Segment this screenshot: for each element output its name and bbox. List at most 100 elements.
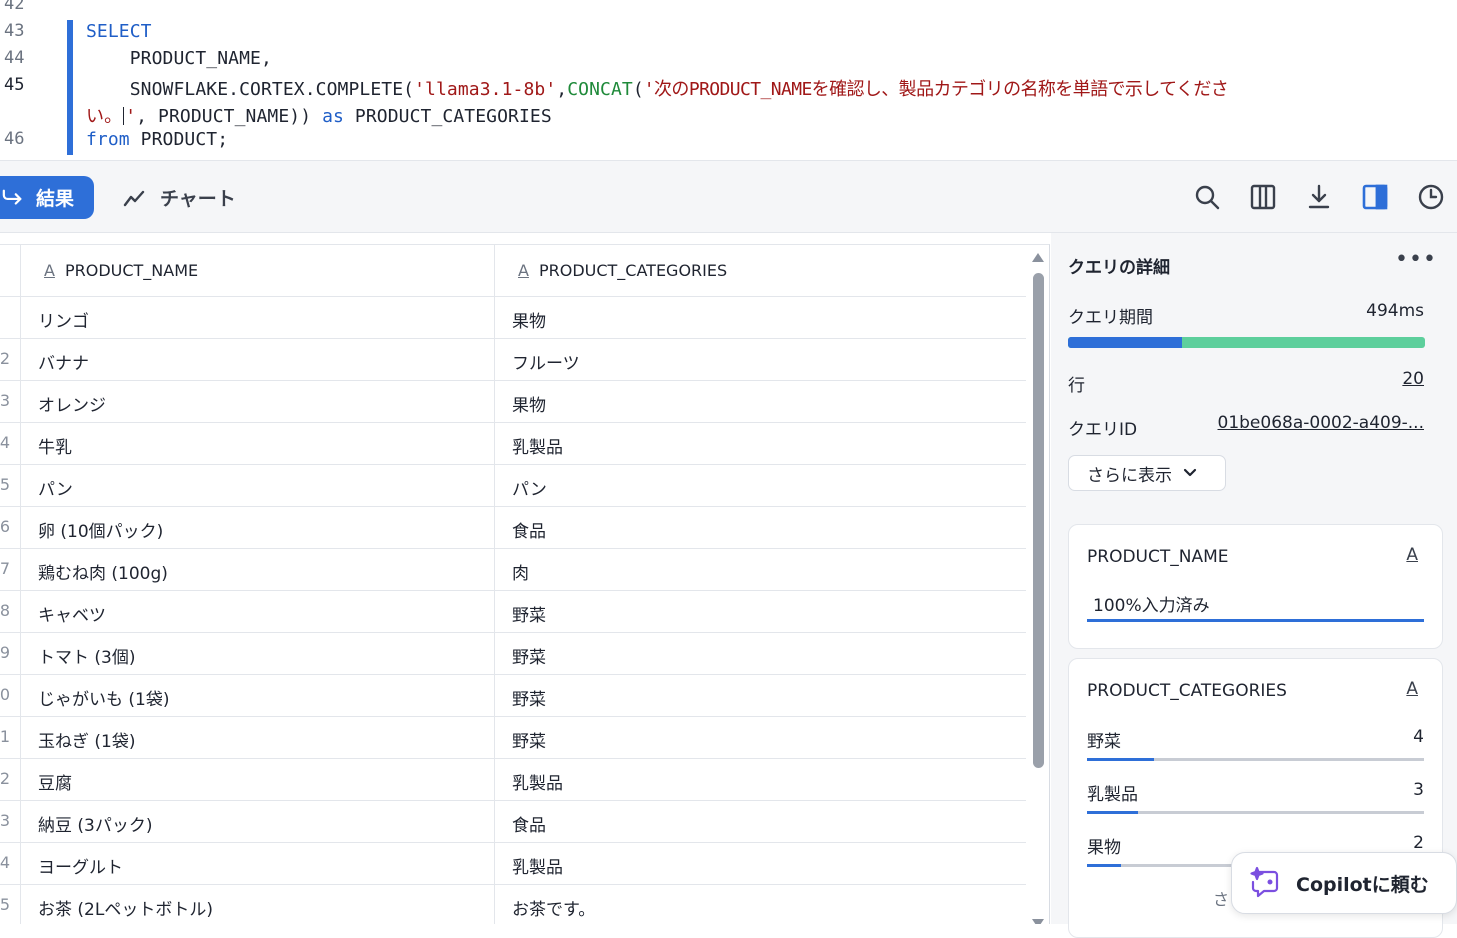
table-row[interactable]: 7 鶏むね肉 (100g) 肉: [0, 549, 1026, 591]
line-number-active: 45: [4, 75, 25, 95]
download-icon[interactable]: [1305, 183, 1333, 211]
table-row[interactable]: 3 オレンジ 果物: [0, 381, 1026, 423]
table-row[interactable]: 8 キャベツ 野菜: [0, 591, 1026, 633]
cell-product-category[interactable]: 野菜: [512, 727, 546, 752]
cell-product-category[interactable]: 野菜: [512, 685, 546, 710]
row-number: 2: [0, 769, 10, 788]
line-number: 46: [4, 129, 25, 149]
row-number: 3: [0, 391, 10, 410]
cell-product-category[interactable]: 乳製品: [512, 433, 563, 458]
cell-product-name[interactable]: じゃがいも (1袋): [38, 685, 169, 710]
text-type-icon: A: [1406, 545, 1418, 565]
column-header-product-categories[interactable]: A PRODUCT_CATEGORIES: [518, 261, 727, 280]
code-line-45-wrap[interactable]: い。 ', PRODUCT_NAME)) as PRODUCT_CATEGORIE…: [86, 102, 552, 128]
cell-product-name[interactable]: 牛乳: [38, 433, 72, 458]
table-row[interactable]: 4 牛乳 乳製品: [0, 423, 1026, 465]
row-number: 3: [0, 811, 10, 830]
row-number: 5: [0, 475, 10, 494]
row-number: 0: [0, 685, 10, 704]
search-icon[interactable]: [1193, 183, 1221, 211]
scroll-down-arrow[interactable]: [1032, 919, 1044, 924]
line-number: 44: [4, 48, 25, 68]
cell-product-name[interactable]: キャベツ: [38, 601, 106, 626]
row-number: 4: [0, 853, 10, 872]
table-row[interactable]: 4 ヨーグルト 乳製品: [0, 843, 1026, 885]
card-title: PRODUCT_NAME: [1087, 547, 1229, 567]
table-row[interactable]: 2 バナナ フルーツ: [0, 339, 1026, 381]
fill-rate-bar: [1087, 619, 1424, 622]
cell-product-category[interactable]: 果物: [512, 307, 546, 332]
cell-product-name[interactable]: パン: [38, 475, 73, 500]
line-number: 42: [4, 0, 25, 14]
tab-results[interactable]: 結果: [0, 176, 94, 219]
cell-product-category[interactable]: 乳製品: [512, 769, 563, 794]
sql-editor[interactable]: 42 43 44 45 46 SELECT PRODUCT_NAME, SNOW…: [0, 0, 1457, 160]
side-panel-icon[interactable]: [1361, 183, 1389, 211]
category-bar: [1087, 758, 1424, 761]
cell-product-category[interactable]: お茶です。: [512, 895, 595, 920]
card-footer-text: さ: [1213, 890, 1230, 909]
cell-product-name[interactable]: トマト (3個): [38, 643, 135, 668]
duration-bar-fill: [1068, 337, 1183, 348]
line-number: 43: [4, 21, 25, 41]
table-row[interactable]: 1 玉ねぎ (1袋) 野菜: [0, 717, 1026, 759]
cell-product-category[interactable]: 果物: [512, 391, 546, 416]
cell-product-name[interactable]: 鶏むね肉 (100g): [38, 559, 168, 584]
table-row[interactable]: 9 トマト (3個) 野菜: [0, 633, 1026, 675]
history-icon[interactable]: [1417, 183, 1445, 211]
cell-product-name[interactable]: ヨーグルト: [38, 853, 123, 878]
category-bar-fill: [1087, 864, 1121, 867]
row-number: 5: [0, 895, 10, 914]
code-line-46[interactable]: from PRODUCT;: [86, 129, 228, 150]
panel-title: クエリの詳細: [1068, 258, 1170, 278]
cell-product-name[interactable]: 豆腐: [38, 769, 72, 794]
query-id-link[interactable]: 01be068a-0002-a409-...: [1218, 413, 1425, 433]
cell-product-category[interactable]: パン: [512, 475, 547, 500]
cell-product-name[interactable]: お茶 (2Lペットボトル): [38, 895, 213, 920]
column-header-product-name[interactable]: A PRODUCT_NAME: [44, 261, 198, 280]
cell-product-category[interactable]: 食品: [512, 517, 546, 542]
copilot-button[interactable]: Copilotに頼む: [1231, 852, 1457, 914]
table-row[interactable]: 3 納豆 (3パック) 食品: [0, 801, 1026, 843]
cell-product-category[interactable]: フルーツ: [512, 349, 580, 374]
cell-product-category[interactable]: 乳製品: [512, 853, 563, 878]
table-row[interactable]: 6 卵 (10個パック) 食品: [0, 507, 1026, 549]
columns-icon[interactable]: [1249, 183, 1277, 211]
table-row[interactable]: 5 お茶 (2Lペットボトル) お茶です。: [0, 885, 1026, 924]
scroll-up-arrow[interactable]: [1032, 253, 1044, 262]
query-details-panel: クエリの詳細 ••• クエリ期間 494ms 行 20 クエリID 01be06…: [1051, 233, 1457, 938]
copilot-label: Copilotに頼む: [1296, 873, 1429, 896]
chevron-down-icon: [1183, 468, 1197, 477]
cell-product-name[interactable]: オレンジ: [38, 391, 106, 416]
row-number: 2: [0, 349, 10, 368]
cell-product-category[interactable]: 野菜: [512, 643, 546, 668]
show-more-button[interactable]: さらに表示: [1068, 455, 1226, 491]
table-row[interactable]: 5 パン パン: [0, 465, 1026, 507]
line-number-gutter: 42 43 44 45 46: [0, 0, 60, 160]
table-row[interactable]: 0 じゃがいも (1袋) 野菜: [0, 675, 1026, 717]
cell-product-name[interactable]: 玉ねぎ (1袋): [38, 727, 135, 752]
vertical-scrollbar-thumb[interactable]: [1033, 273, 1044, 768]
fill-rate-text: 100%入力済み: [1093, 596, 1210, 616]
table-row[interactable]: 2 豆腐 乳製品: [0, 759, 1026, 801]
code-line-44[interactable]: PRODUCT_NAME,: [86, 48, 272, 69]
code-line-43[interactable]: SELECT: [86, 21, 152, 42]
cell-product-name[interactable]: 卵 (10個パック): [38, 517, 163, 542]
tab-chart[interactable]: チャート: [122, 176, 236, 219]
cell-product-category[interactable]: 肉: [512, 559, 529, 584]
category-count: 3: [1413, 780, 1424, 800]
cell-product-category[interactable]: 食品: [512, 811, 546, 836]
card-title: PRODUCT_CATEGORIES: [1087, 681, 1287, 701]
cell-product-name[interactable]: バナナ: [38, 349, 89, 374]
cell-product-name[interactable]: リンゴ: [38, 307, 89, 332]
cell-product-name[interactable]: 納豆 (3パック): [38, 811, 152, 836]
category-bar-fill: [1087, 811, 1138, 814]
cell-product-category[interactable]: 野菜: [512, 601, 546, 626]
duration-value: 494ms: [1366, 301, 1424, 321]
more-options-icon[interactable]: •••: [1395, 247, 1437, 272]
results-grid[interactable]: A PRODUCT_NAME A PRODUCT_CATEGORIES リンゴ果…: [0, 244, 1050, 924]
category-count: 4: [1413, 727, 1424, 747]
rows-value-link[interactable]: 20: [1402, 369, 1424, 389]
code-line-45[interactable]: SNOWFLAKE.CORTEX.COMPLETE('llama3.1-8b',…: [86, 75, 1229, 101]
table-row[interactable]: リンゴ 果物: [0, 297, 1026, 339]
